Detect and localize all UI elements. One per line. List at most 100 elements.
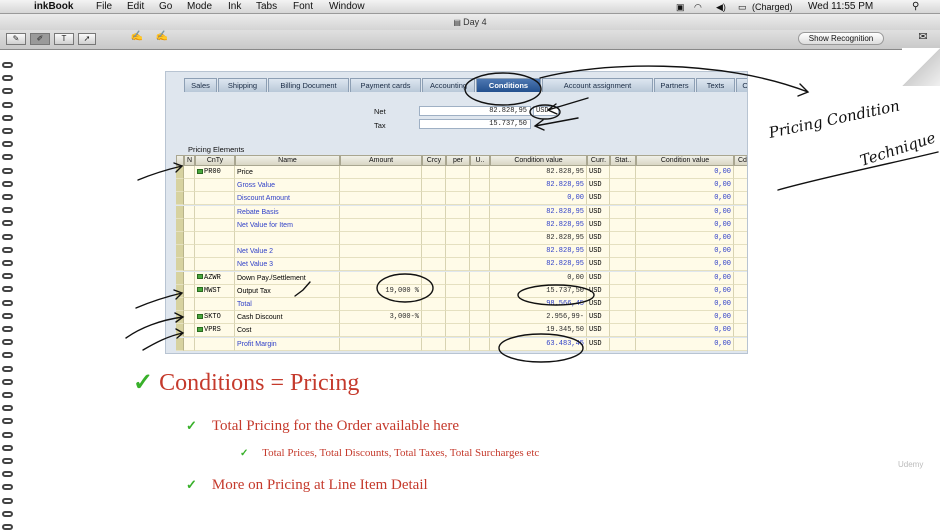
select-all-column-header[interactable] xyxy=(176,155,184,166)
cdc-cell xyxy=(734,311,747,325)
column-header-cond[interactable]: Condition value xyxy=(490,155,587,166)
crcy-cell xyxy=(422,245,446,259)
menu-ink[interactable]: Ink xyxy=(228,0,241,14)
battery-status: (Charged) xyxy=(752,2,793,12)
tab-shipping[interactable]: Shipping xyxy=(218,78,267,92)
column-header-per[interactable]: per xyxy=(446,155,470,166)
per-cell xyxy=(446,337,470,351)
binding-ring xyxy=(2,246,13,253)
u-cell xyxy=(470,258,490,272)
cdc-cell xyxy=(734,271,747,285)
tab-sales[interactable]: Sales xyxy=(184,78,217,92)
tab-texts[interactable]: Texts xyxy=(696,78,735,92)
menu-tabs[interactable]: Tabs xyxy=(256,0,277,14)
spotlight-search-icon[interactable]: ⚲ xyxy=(912,0,919,14)
binding-ring xyxy=(2,141,13,148)
row-selector[interactable] xyxy=(176,258,184,272)
row-selector[interactable] xyxy=(176,298,184,311)
wifi-icon[interactable]: ◠ xyxy=(694,0,702,14)
tab-partners[interactable]: Partners xyxy=(654,78,695,92)
condition-value-cell: 98.566,45 xyxy=(490,298,587,311)
row-selector[interactable] xyxy=(176,311,184,325)
row-selector[interactable] xyxy=(176,192,184,206)
tab-accounting[interactable]: Accounting xyxy=(422,78,475,92)
bullet-line-item-detail: ✓ More on Pricing at Line Item Detail xyxy=(186,477,428,494)
condition-value-2-cell: 0,00 xyxy=(636,298,734,311)
net-value-field[interactable]: 82.828,95 xyxy=(419,106,531,116)
column-header-cnty[interactable]: CnTy xyxy=(195,155,235,166)
condition-value-2-cell: 0,00 xyxy=(636,232,734,245)
show-recognition-button[interactable]: Show Recognition xyxy=(798,32,884,45)
column-header-cv2[interactable]: Condition value xyxy=(636,155,734,166)
binding-ring xyxy=(2,101,13,108)
row-selector[interactable] xyxy=(176,205,184,219)
row-selector[interactable] xyxy=(176,218,184,232)
row-selector[interactable] xyxy=(176,179,184,193)
cdc-cell xyxy=(734,205,747,219)
page-curl[interactable] xyxy=(902,48,940,86)
condition-value-cell: 82.828,95 xyxy=(490,245,587,259)
binding-ring xyxy=(2,339,13,346)
row-selector[interactable] xyxy=(176,337,184,351)
menu-mode[interactable]: Mode xyxy=(187,0,212,14)
condition-value-2-cell: 0,00 xyxy=(636,311,734,325)
binding-ring xyxy=(2,299,13,306)
stat-cell xyxy=(610,298,636,311)
net-currency-field[interactable]: USD xyxy=(533,106,559,116)
menu-window[interactable]: Window xyxy=(329,0,365,14)
condition-value-cell: 82.828,95 xyxy=(490,166,587,179)
column-header-u[interactable]: U.. xyxy=(470,155,490,166)
condition-name-cell: Rebate Basis xyxy=(235,205,340,219)
condition-value-cell: 2.956,99- xyxy=(490,311,587,325)
menu-file[interactable]: File xyxy=(96,0,112,14)
cdc-cell xyxy=(734,245,747,259)
tab-billing-document[interactable]: Billing Document xyxy=(268,78,349,92)
notebook-settings-icon[interactable]: ✉ xyxy=(914,32,932,44)
row-selector[interactable] xyxy=(176,232,184,245)
per-cell xyxy=(446,245,470,259)
menu-go[interactable]: Go xyxy=(159,0,172,14)
condition-value-cell: 82.828,95 xyxy=(490,218,587,232)
condition-name-cell xyxy=(235,232,340,245)
crcy-cell xyxy=(422,232,446,245)
condition-type-text: MWST xyxy=(204,286,221,295)
volume-icon[interactable]: ◀) xyxy=(716,0,726,14)
row-selector[interactable] xyxy=(176,284,184,298)
crcy-cell xyxy=(422,205,446,219)
per-cell xyxy=(446,324,470,338)
menu-font[interactable]: Font xyxy=(293,0,313,14)
cdc-cell xyxy=(734,166,747,179)
app-name-menu[interactable]: inkBook xyxy=(34,0,73,14)
column-header-stat[interactable]: Stat.. xyxy=(610,155,636,166)
column-header-amount[interactable]: Amount xyxy=(340,155,422,166)
select-tool-button[interactable]: ➚ xyxy=(78,33,96,45)
tab-conditions[interactable]: Conditions xyxy=(476,78,541,92)
row-selector[interactable] xyxy=(176,245,184,259)
text-to-ink-icon[interactable]: ✍ xyxy=(153,32,171,44)
screen-record-icon[interactable]: ▣ xyxy=(676,0,685,14)
ink-to-text-icon[interactable]: ✍ xyxy=(128,32,146,44)
n-cell xyxy=(184,298,195,311)
tab-payment-cards[interactable]: Payment cards xyxy=(350,78,421,92)
clock[interactable]: Wed 11:55 PM xyxy=(808,0,873,14)
tab-order[interactable]: Order xyxy=(736,78,747,92)
column-header-cdc[interactable]: CdC xyxy=(734,155,747,166)
text-tool-button[interactable]: T xyxy=(54,33,74,45)
column-header-curr[interactable]: Curr. xyxy=(587,155,610,166)
column-header-crcy[interactable]: Crcy xyxy=(422,155,446,166)
tab-account-assignment[interactable]: Account assignment xyxy=(542,78,653,92)
battery-icon[interactable]: ▭ xyxy=(738,0,747,14)
cdc-cell xyxy=(734,284,747,298)
binding-ring xyxy=(2,484,13,491)
column-header-n[interactable]: N xyxy=(184,155,195,166)
tax-value-field[interactable]: 15.737,50 xyxy=(419,119,531,129)
row-selector[interactable] xyxy=(176,324,184,338)
currency-cell: USD xyxy=(587,298,610,311)
highlighter-tool-button[interactable]: ✐ xyxy=(30,33,50,45)
column-header-name[interactable]: Name xyxy=(235,155,340,166)
row-selector[interactable] xyxy=(176,271,184,285)
row-selector[interactable] xyxy=(176,166,184,179)
menu-edit[interactable]: Edit xyxy=(127,0,144,14)
pen-tool-button[interactable]: ✎ xyxy=(6,33,26,45)
cdc-cell xyxy=(734,324,747,338)
